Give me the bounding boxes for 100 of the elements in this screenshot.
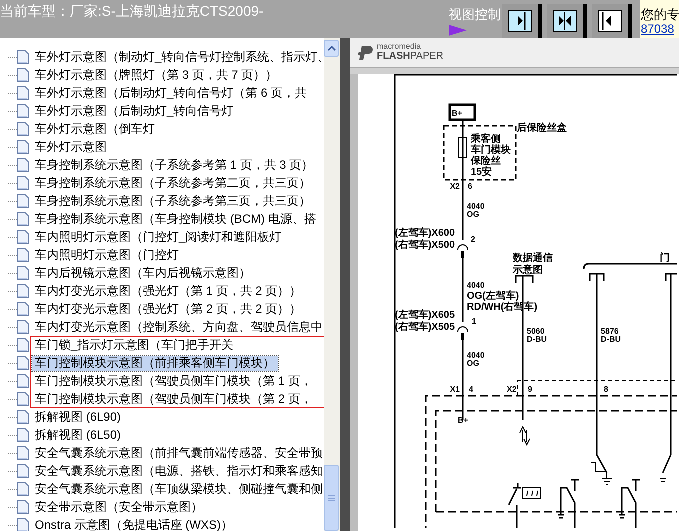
diagram-label: (左驾车)X600 xyxy=(394,228,455,239)
logo-icon xyxy=(358,46,374,60)
tree-item[interactable]: 车门控制模块示意图（驾驶员侧车门模块（第 2 页， xyxy=(32,392,316,406)
tree-item[interactable]: 车外灯示意图（制动灯_转向信号灯控制系统、指示灯、 xyxy=(32,50,324,64)
chevron-up-icon xyxy=(328,46,336,51)
tree-item[interactable]: 车外灯示意图 xyxy=(32,140,110,154)
diagram-label: 4040 xyxy=(467,351,485,360)
diagram-label: X2 xyxy=(450,182,460,191)
tree-item[interactable]: 车外灯示意图（后制动灯_转向信号灯 xyxy=(32,104,237,118)
document-icon xyxy=(17,68,29,82)
document-icon xyxy=(17,428,29,442)
tree-item[interactable]: 安全带示意图（安全带示意图） xyxy=(32,500,206,514)
diagram-label: 8 xyxy=(604,385,608,394)
document-icon xyxy=(17,374,29,388)
tree-item[interactable]: Onstra 示意图（免提电话座 (WXS)） xyxy=(32,518,236,531)
tree-item[interactable]: 车门控制模块示意图（驾驶员侧车门模块（第 1 页， xyxy=(32,374,316,388)
diagram-label: B+ xyxy=(452,109,462,118)
tree-item[interactable]: 车门锁_指示灯示意图（车门把手开关 xyxy=(32,338,237,352)
diagram-label: 5060 xyxy=(527,327,545,336)
document-icon xyxy=(17,284,29,298)
tree-item[interactable]: 车身控制系统示意图（车身控制模块 (BCM) 电源、搭 xyxy=(32,212,320,226)
document-icon xyxy=(17,482,29,496)
document-icon xyxy=(17,356,29,370)
tree-item[interactable]: 安全气囊系统示意图（前排气囊前端传感器、安全带预 xyxy=(32,446,324,460)
arrow-left-icon xyxy=(598,10,622,32)
document-icon xyxy=(17,410,29,424)
document-icon xyxy=(17,392,29,406)
vehicle-title: 当前车型：厂家:S-上海凯迪拉克CTS2009- xyxy=(0,2,265,21)
document-icon xyxy=(17,230,29,244)
diagram-label: D-BU xyxy=(527,335,547,344)
document-icon xyxy=(17,86,29,100)
diagram-label: (右驾车)X505 xyxy=(394,322,455,333)
diagram-label: D-BU xyxy=(601,335,621,344)
tree-item[interactable]: 车内灯变光示意图（控制系统、方向盘、驾驶员信息中 xyxy=(32,320,324,334)
tree-item[interactable]: 拆解视图 (6L90) xyxy=(32,410,124,424)
arrow-right-icon xyxy=(508,10,532,32)
document-icon xyxy=(17,500,29,514)
diagram-label: 乘客侧 xyxy=(471,134,501,145)
tree-item[interactable]: 车外灯示意图（倒车灯 xyxy=(32,122,158,136)
notice-link[interactable]: 87038 xyxy=(641,22,679,36)
diagram-label: 6 xyxy=(468,182,472,191)
document-icon xyxy=(17,248,29,262)
scrollbar[interactable] xyxy=(324,38,340,531)
diagram-label: 4040 xyxy=(467,202,485,211)
tree-item[interactable]: 车外灯示意图（后制动灯_转向信号灯（第 6 页，共 xyxy=(32,86,310,100)
diagram-label: B+ xyxy=(458,416,468,425)
tree-item[interactable]: 拆解视图 (6L50) xyxy=(32,428,124,442)
diagram-label: 4 xyxy=(469,385,474,394)
diagram-label: OG xyxy=(467,359,480,368)
diagram-label: 15安 xyxy=(471,167,492,178)
triangle-icon xyxy=(449,25,467,36)
document-icon xyxy=(17,140,29,154)
arrows-inward-icon xyxy=(553,10,577,32)
logo-text: FLASHPAPER xyxy=(377,51,444,62)
scroll-thumb[interactable] xyxy=(324,465,339,531)
view-control-label: 视图控制 xyxy=(449,6,502,24)
diagram-label: 示意图 xyxy=(513,265,543,276)
diagram-label: 门 xyxy=(660,253,670,264)
tree-item[interactable]: 车身控制系统示意图（子系统参考第二页，共三页） xyxy=(32,176,314,190)
document-icon xyxy=(17,194,29,208)
document-icon xyxy=(17,176,29,190)
tree-item[interactable]: 车内后视镜示意图（车内后视镜示意图） xyxy=(32,266,254,280)
tree-item[interactable]: 车内照明灯示意图（门控灯 xyxy=(32,248,182,262)
diagram-label: 5876 xyxy=(601,327,619,336)
tree-item[interactable]: 车门控制模块示意图（前排乘客侧车门模块） xyxy=(32,356,278,370)
document-icon xyxy=(17,302,29,316)
diagram-label: OG xyxy=(467,210,480,219)
diagram-label: 4040 xyxy=(467,281,485,290)
document-icon xyxy=(17,338,29,352)
scroll-up-button[interactable] xyxy=(324,40,339,57)
diagram-label: (左驾车)X605 xyxy=(394,310,455,321)
diagram-label: X1 xyxy=(450,385,460,394)
view-button[interactable] xyxy=(502,4,542,38)
document-icon xyxy=(17,518,29,531)
tree-item[interactable]: 车身控制系统示意图（子系统参考第三页，共三页） xyxy=(32,194,314,208)
tree-item[interactable]: 车内照明灯示意图（门控灯_阅读灯和遮阳板灯 xyxy=(32,230,285,244)
diagram-label: 后保险丝盒 xyxy=(517,123,567,134)
diagram-label: OG(左驾车) xyxy=(467,291,520,302)
document-icon xyxy=(17,464,29,478)
diagram-label: X2 xyxy=(507,385,517,394)
document-icon xyxy=(17,50,29,64)
diagram-label: 9 xyxy=(528,385,532,394)
diagram-label: (右驾车)X500 xyxy=(394,240,455,251)
tree-item[interactable]: 车外灯示意图（牌照灯（第 3 页，共 7 页）） xyxy=(32,68,281,82)
diagram-label: 数据通信 xyxy=(513,253,553,264)
tree-item[interactable]: 车身控制系统示意图（子系统参考第 1 页，共 3 页） xyxy=(32,158,317,172)
logo-small-text: macromedia xyxy=(377,43,422,51)
diagram-label: 车门模块 xyxy=(471,145,511,156)
diagram-label: 1 xyxy=(472,317,476,326)
tree-item[interactable]: 车内灯变光示意图（强光灯（第 1 页，共 2 页）） xyxy=(32,284,305,298)
document-icon xyxy=(17,446,29,460)
tree-item[interactable]: 安全气囊系统示意图（电源、搭铁、指示灯和乘客感知 xyxy=(32,464,324,478)
tree-item[interactable]: 车内灯变光示意图（强光灯（第 2 页，共 2 页）） xyxy=(32,302,305,316)
tree-item[interactable]: 安全气囊系统示意图（车顶纵梁模块、侧碰撞气囊和侧 xyxy=(32,482,324,496)
document-icon xyxy=(17,158,29,172)
view-button[interactable] xyxy=(592,4,632,38)
document-icon xyxy=(17,320,29,334)
document-icon xyxy=(17,122,29,136)
view-button[interactable] xyxy=(547,4,587,38)
diagram-label: 2 xyxy=(471,235,476,244)
